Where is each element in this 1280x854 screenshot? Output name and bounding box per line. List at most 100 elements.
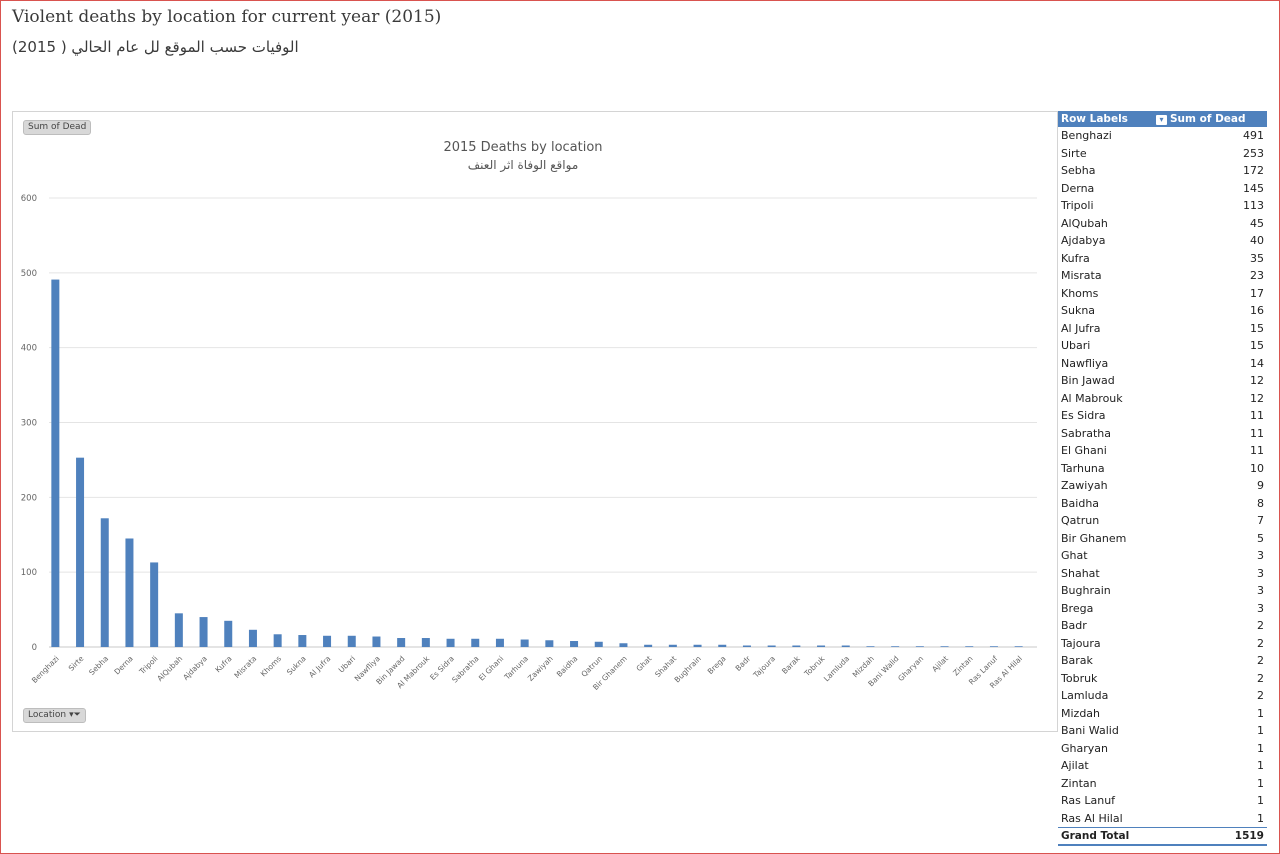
pivot-row[interactable]: Zawiyah 9: [1058, 477, 1267, 495]
bar[interactable]: [520, 639, 529, 647]
pivot-row[interactable]: Ajilat 1: [1058, 757, 1267, 775]
bar[interactable]: [891, 646, 900, 647]
pivot-row[interactable]: Kufra 35: [1058, 250, 1267, 268]
x-tick-label: Ubari: [337, 654, 358, 675]
bar[interactable]: [471, 638, 480, 647]
pivot-row[interactable]: Gharyan 1: [1058, 740, 1267, 758]
pivot-row[interactable]: Tajoura 2: [1058, 635, 1267, 653]
bar[interactable]: [545, 640, 554, 647]
pivot-row-label: Bir Ghanem: [1061, 531, 1127, 545]
bar[interactable]: [150, 562, 159, 647]
row-labels-header[interactable]: Row Labels: [1058, 113, 1156, 125]
sum-header[interactable]: ▾ Sum of Dead: [1156, 113, 1267, 125]
pivot-row[interactable]: Ras Lanuf 1: [1058, 792, 1267, 810]
pivot-row[interactable]: Lamluda 2: [1058, 687, 1267, 705]
pivot-row[interactable]: Baidha 8: [1058, 495, 1267, 513]
bar[interactable]: [792, 645, 801, 647]
bar[interactable]: [866, 646, 875, 647]
bar[interactable]: [693, 644, 702, 647]
filter-icon[interactable]: ▾⏷: [69, 710, 81, 721]
pivot-row-value: 2: [1257, 619, 1264, 633]
bar[interactable]: [940, 646, 949, 647]
pivot-row[interactable]: Ghat 3: [1058, 547, 1267, 565]
bar[interactable]: [718, 644, 727, 647]
x-tick-label: Ajilat: [930, 654, 950, 674]
bar[interactable]: [644, 644, 653, 647]
x-tick-label: Al Jufra: [307, 654, 332, 679]
bar[interactable]: [125, 538, 134, 647]
bar[interactable]: [668, 644, 677, 647]
bar[interactable]: [224, 620, 233, 647]
bar[interactable]: [273, 634, 282, 647]
pivot-row[interactable]: Khoms 17: [1058, 285, 1267, 303]
pivot-row[interactable]: Tarhuna 10: [1058, 460, 1267, 478]
bar[interactable]: [767, 645, 776, 647]
axis-field-button[interactable]: Location ▾⏷: [23, 708, 86, 723]
pivot-row[interactable]: Sukna 16: [1058, 302, 1267, 320]
y-tick-label: 500: [21, 269, 37, 279]
bar[interactable]: [989, 646, 998, 647]
pivot-row-label: Ras Lanuf: [1061, 794, 1116, 808]
bar[interactable]: [841, 645, 850, 647]
pivot-row[interactable]: Nawfliya 14: [1058, 355, 1267, 373]
pivot-row[interactable]: Ubari 15: [1058, 337, 1267, 355]
y-tick-label: 600: [21, 194, 37, 204]
pivot-row[interactable]: Al Mabrouk 12: [1058, 390, 1267, 408]
pivot-row[interactable]: Ras Al Hilal 1: [1058, 810, 1267, 828]
pivot-row[interactable]: Sirte 253: [1058, 145, 1267, 163]
pivot-row[interactable]: Zintan 1: [1058, 775, 1267, 793]
pivot-row[interactable]: Ajdabya 40: [1058, 232, 1267, 250]
x-tick-label: Sabratha: [450, 654, 480, 684]
pivot-row[interactable]: Barak 2: [1058, 652, 1267, 670]
bar[interactable]: [100, 518, 109, 647]
bar[interactable]: [347, 635, 356, 647]
bar[interactable]: [51, 279, 60, 647]
bar[interactable]: [817, 645, 826, 647]
pivot-row[interactable]: Tripoli 113: [1058, 197, 1267, 215]
bar[interactable]: [298, 635, 307, 647]
bar[interactable]: [397, 638, 406, 647]
pivot-row[interactable]: Tobruk 2: [1058, 670, 1267, 688]
pivot-row-value: 8: [1257, 496, 1264, 510]
pivot-row[interactable]: Bin Jawad 12: [1058, 372, 1267, 390]
bar[interactable]: [199, 617, 208, 647]
x-tick-label: Khoms: [259, 654, 283, 678]
pivot-row[interactable]: AlQubah 45: [1058, 215, 1267, 233]
bar[interactable]: [619, 643, 628, 647]
pivot-row[interactable]: Misrata 23: [1058, 267, 1267, 285]
pivot-row[interactable]: Derna 145: [1058, 180, 1267, 198]
pivot-row[interactable]: Badr 2: [1058, 617, 1267, 635]
bar[interactable]: [965, 646, 974, 647]
bar[interactable]: [174, 613, 183, 647]
bar[interactable]: [915, 646, 924, 647]
pivot-row[interactable]: Es Sidra 11: [1058, 407, 1267, 425]
bar[interactable]: [495, 638, 504, 647]
pivot-row-label: Zintan: [1061, 776, 1097, 790]
filter-icon[interactable]: ▾: [1156, 115, 1167, 125]
bar[interactable]: [248, 629, 257, 647]
bar[interactable]: [1014, 646, 1023, 647]
pivot-row[interactable]: Sebha 172: [1058, 162, 1267, 180]
pivot-row-label: Bughrain: [1061, 584, 1111, 598]
pivot-row[interactable]: Shahat 3: [1058, 565, 1267, 583]
bar[interactable]: [323, 635, 332, 647]
bar[interactable]: [594, 641, 603, 647]
pivot-row[interactable]: Brega 3: [1058, 600, 1267, 618]
bar[interactable]: [372, 636, 381, 647]
pivot-row[interactable]: Qatrun 7: [1058, 512, 1267, 530]
pivot-row[interactable]: Benghazi 491: [1058, 127, 1267, 145]
pivot-row[interactable]: El Ghani 11: [1058, 442, 1267, 460]
bar[interactable]: [421, 638, 430, 647]
pivot-row[interactable]: Bir Ghanem 5: [1058, 530, 1267, 548]
pivot-row[interactable]: Sabratha 11: [1058, 425, 1267, 443]
pivot-chart[interactable]: 0 100 200 300 400 500 600 Benghazi Sirte Sebha Der…: [12, 111, 1058, 732]
pivot-row[interactable]: Bani Walid 1: [1058, 722, 1267, 740]
value-field-button[interactable]: Sum of Dead: [23, 120, 92, 135]
bar[interactable]: [570, 641, 579, 647]
pivot-row[interactable]: Bughrain 3: [1058, 582, 1267, 600]
pivot-row[interactable]: Mizdah 1: [1058, 705, 1267, 723]
bar[interactable]: [742, 645, 751, 647]
bar[interactable]: [76, 457, 85, 647]
pivot-row[interactable]: Al Jufra 15: [1058, 320, 1267, 338]
bar[interactable]: [446, 638, 455, 647]
